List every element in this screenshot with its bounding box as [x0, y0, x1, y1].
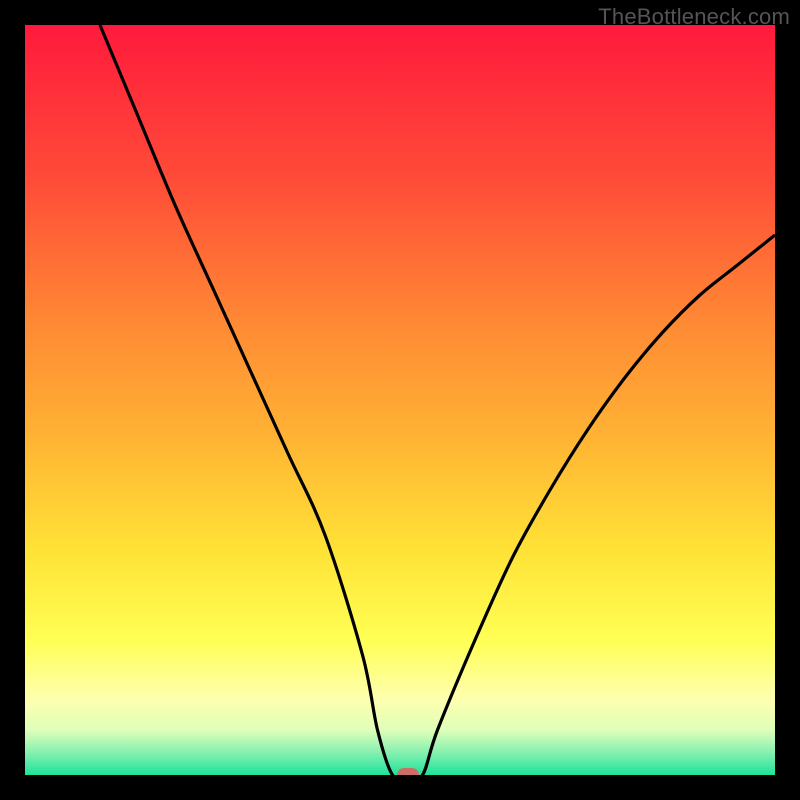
watermark-text: TheBottleneck.com: [598, 4, 790, 30]
chart-curve-svg: [25, 25, 775, 775]
optimal-marker: [397, 768, 419, 775]
chart-plot-area: [25, 25, 775, 775]
bottleneck-curve-path: [100, 25, 775, 775]
